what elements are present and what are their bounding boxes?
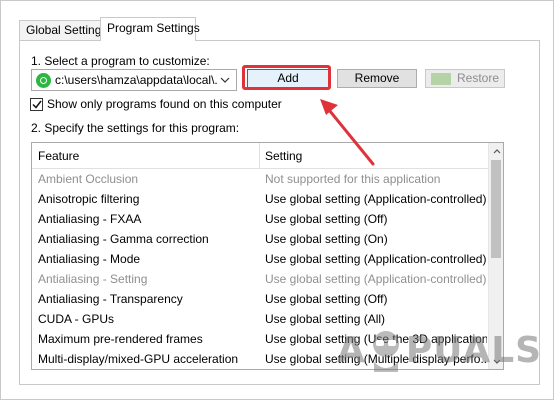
grid-scrollbar[interactable] — [488, 143, 503, 369]
setting-cell[interactable]: Use global setting (All) — [265, 309, 487, 329]
feature-cell: Maximum pre-rendered frames — [38, 332, 203, 346]
table-row[interactable]: Antialiasing - Setting Use global setting… — [32, 269, 490, 289]
table-row[interactable]: Antialiasing - Gamma correction Use globa… — [32, 229, 490, 249]
restore-button-label: Restore — [456, 71, 500, 85]
tab-global-settings[interactable]: Global Settings — [19, 20, 107, 40]
table-row[interactable]: Multi-display/mixed-GPU acceleration Use … — [32, 349, 490, 369]
feature-cell: Anisotropic filtering — [38, 192, 140, 206]
add-button[interactable]: Add — [247, 69, 329, 88]
setting-cell[interactable]: Not supported for this application — [265, 169, 487, 189]
feature-column-header[interactable]: Feature — [38, 149, 79, 163]
restore-button[interactable]: Restore — [425, 69, 505, 88]
setting-cell[interactable]: Use global setting (Off) — [265, 209, 487, 229]
specify-settings-label: 2. Specify the settings for this program… — [31, 121, 240, 135]
nvidia-icon — [430, 72, 451, 85]
scrollbar-thumb[interactable] — [491, 160, 501, 258]
setting-column-header[interactable]: Setting — [265, 149, 302, 163]
show-only-checkbox[interactable] — [30, 97, 43, 111]
settings-rows: Ambient Occlusion Not supported for this … — [32, 169, 490, 369]
nvidia-control-panel: Global Settings Program Settings 1. Sele… — [0, 0, 554, 400]
table-row[interactable]: Anisotropic filtering Use global setting … — [32, 189, 490, 209]
column-divider[interactable] — [259, 143, 260, 169]
chevron-up-icon[interactable] — [489, 143, 503, 159]
setting-cell[interactable]: Use global setting (Off) — [265, 289, 487, 309]
setting-cell[interactable]: Use global setting (Application-controll… — [265, 249, 487, 269]
table-row[interactable]: Maximum pre-rendered frames Use global se… — [32, 329, 490, 349]
setting-cell[interactable]: Use global setting (Application-controll… — [265, 189, 487, 209]
feature-cell: Ambient Occlusion — [38, 172, 139, 186]
feature-cell: CUDA - GPUs — [38, 312, 115, 326]
remove-button[interactable]: Remove — [337, 69, 417, 88]
setting-cell[interactable]: Use global setting (Multiple display per… — [265, 349, 487, 369]
show-only-label: Show only programs found on this compute… — [47, 97, 282, 111]
setting-cell[interactable]: Use global setting (On) — [265, 229, 487, 249]
tab-program-settings[interactable]: Program Settings — [100, 17, 200, 41]
table-row[interactable]: Antialiasing - FXAA Use global setting (O… — [32, 209, 490, 229]
table-row[interactable]: Antialiasing - Mode Use global setting (A… — [32, 249, 490, 269]
settings-grid: Feature Setting Ambient Occlusion Not sup… — [31, 142, 504, 370]
feature-cell: Antialiasing - Transparency — [38, 292, 183, 306]
setting-cell[interactable]: Use global setting (Use the 3D applicati… — [265, 329, 487, 349]
feature-cell: Antialiasing - Setting — [38, 272, 148, 286]
feature-cell: Antialiasing - FXAA — [38, 212, 142, 226]
select-program-label: 1. Select a program to customize: — [31, 54, 210, 68]
show-only-row[interactable]: Show only programs found on this compute… — [30, 97, 282, 111]
program-select[interactable]: c:\users\hamza\appdata\local\... — [31, 69, 237, 91]
chevron-down-icon[interactable] — [489, 353, 503, 369]
chevron-down-icon[interactable] — [218, 70, 232, 90]
table-row[interactable]: Antialiasing - Transparency Use global se… — [32, 289, 490, 309]
feature-cell: Antialiasing - Mode — [38, 252, 141, 266]
table-row[interactable]: Ambient Occlusion Not supported for this … — [32, 169, 490, 189]
whatsapp-icon — [36, 72, 51, 88]
program-select-value: c:\users\hamza\appdata\local\... — [55, 73, 218, 87]
feature-cell: Antialiasing - Gamma correction — [38, 232, 209, 246]
table-row[interactable]: CUDA - GPUs Use global setting (All) — [32, 309, 490, 329]
setting-cell[interactable]: Use global setting (Application-controll… — [265, 269, 487, 289]
feature-cell: Multi-display/mixed-GPU acceleration — [38, 352, 239, 366]
grid-header: Feature Setting — [32, 143, 490, 169]
